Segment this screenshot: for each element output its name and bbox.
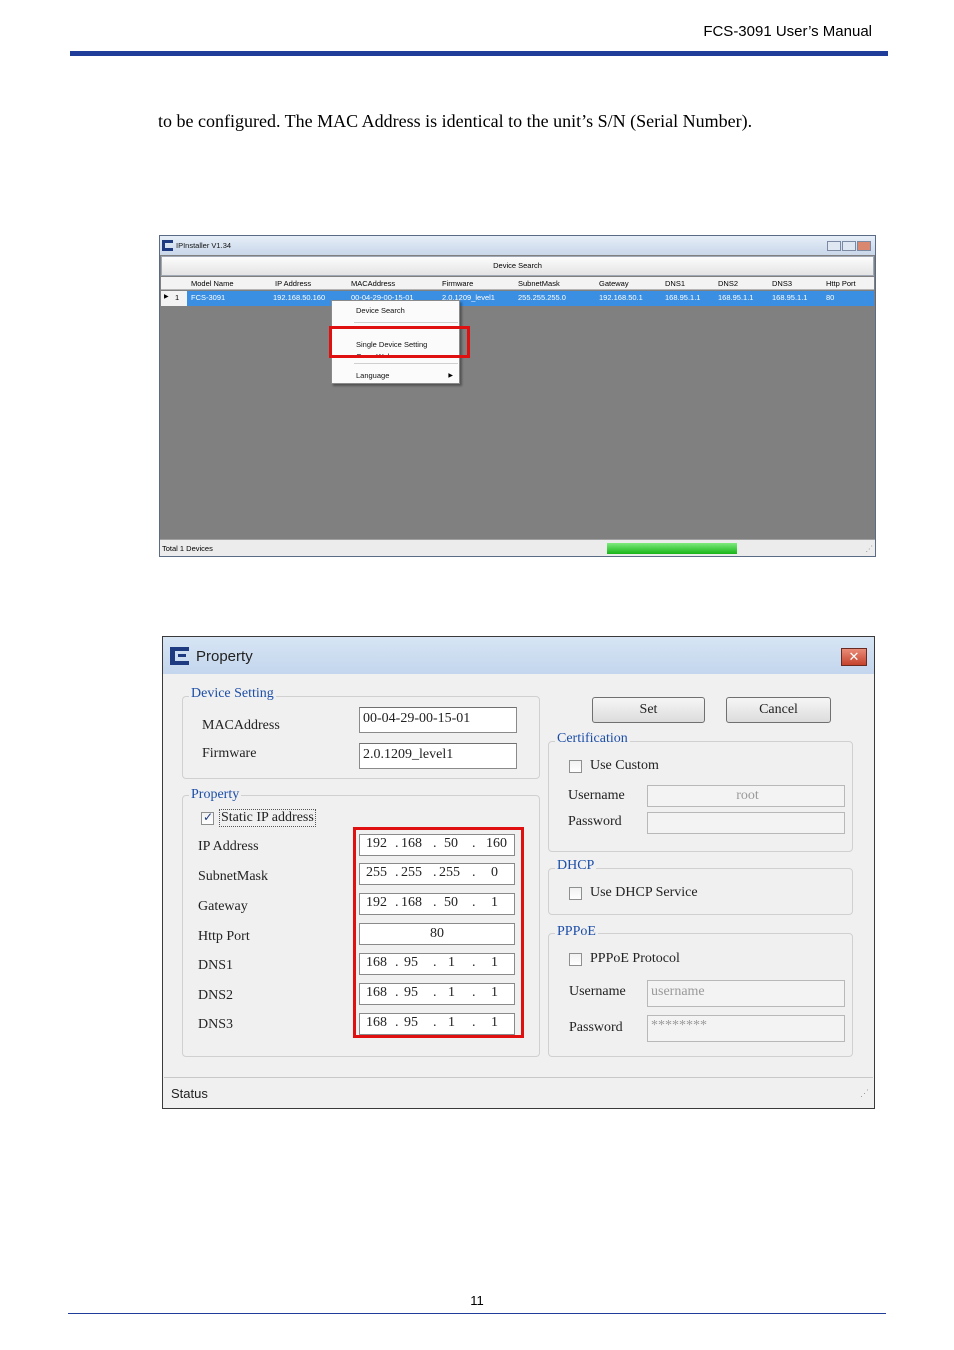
resize-grip-icon[interactable]: ⋰ xyxy=(860,1088,869,1099)
menu-separator xyxy=(354,322,458,323)
highlight-box-menu xyxy=(329,326,470,358)
http-port-label: Http Port xyxy=(198,929,250,944)
gateway-label: Gateway xyxy=(198,899,248,914)
cert-password-label: Password xyxy=(568,814,622,829)
cert-username-field[interactable]: root xyxy=(647,785,845,807)
ip-address-label: IP Address xyxy=(198,839,259,854)
cell-subnet: 255.255.255.0 xyxy=(518,293,566,302)
mac-address-field[interactable]: 00-04-29-00-15-01 xyxy=(359,707,517,733)
pppoe-protocol-checkbox[interactable] xyxy=(569,953,582,966)
status-bar: Total 1 Devices ⋰ xyxy=(160,539,875,556)
search-progress-bar xyxy=(607,543,737,554)
use-custom-checkbox[interactable] xyxy=(569,760,582,773)
submenu-arrow-icon: ▶ xyxy=(448,373,453,379)
firmware-field[interactable]: 2.0.1209_level1 xyxy=(359,743,517,769)
property-group-title: Property xyxy=(189,787,242,803)
table-row[interactable]: ▶ 1 FCS-3091 192.168.50.160 00-04-29-00-… xyxy=(161,291,874,306)
column-header[interactable]: MACAddress xyxy=(351,279,395,288)
cancel-button[interactable]: Cancel xyxy=(726,697,831,723)
static-ip-label: Static IP address xyxy=(219,809,316,827)
column-header[interactable]: DNS1 xyxy=(665,279,685,288)
cell-dns2: 168.95.1.1 xyxy=(718,293,754,302)
dns2-label: DNS2 xyxy=(198,988,234,1003)
device-setting-title: Device Setting xyxy=(189,686,276,702)
cell-model: FCS-3091 xyxy=(191,293,226,302)
dns1-label: DNS1 xyxy=(198,958,234,973)
header-rule xyxy=(70,51,888,56)
cell-http-port: 80 xyxy=(826,293,835,302)
ipinstaller-titlebar: IPInstaller V1.34 xyxy=(160,236,875,255)
column-header[interactable]: DNS2 xyxy=(718,279,738,288)
firmware-label: Firmware xyxy=(202,746,257,761)
highlight-box-ip-fields xyxy=(353,827,524,1038)
menu-item-language[interactable]: Language xyxy=(356,371,389,380)
mac-address-label: MACAddress xyxy=(202,718,280,733)
footer-rule xyxy=(68,1313,886,1314)
use-custom-label: Use Custom xyxy=(590,758,659,773)
status-text: Status xyxy=(171,1086,208,1101)
property-titlebar: Property ✕ xyxy=(163,637,874,674)
column-header[interactable]: Model Name xyxy=(191,279,234,288)
column-header[interactable]: Gateway xyxy=(599,279,629,288)
cert-password-field[interactable] xyxy=(647,812,845,834)
close-icon[interactable] xyxy=(857,241,871,251)
close-icon[interactable]: ✕ xyxy=(841,648,867,666)
page-number: 11 xyxy=(470,1293,484,1308)
use-dhcp-label: Use DHCP Service xyxy=(590,885,698,900)
pppoe-password-field[interactable]: ******** xyxy=(647,1015,845,1042)
column-header[interactable]: Firmware xyxy=(442,279,473,288)
dhcp-title: DHCP xyxy=(555,858,597,874)
property-title: Property xyxy=(196,648,253,665)
pppoe-protocol-label: PPPoE Protocol xyxy=(590,951,680,966)
menu-item-device-search[interactable]: Device Search xyxy=(356,306,405,315)
pppoe-title: PPPoE xyxy=(555,924,598,940)
body-paragraph: to be configured. The MAC Address is ide… xyxy=(158,111,753,131)
app-logo-icon xyxy=(162,240,173,251)
app-logo-icon xyxy=(170,647,189,665)
pppoe-username-field[interactable]: username xyxy=(647,980,845,1007)
device-count-status: Total 1 Devices xyxy=(162,544,213,553)
dns3-label: DNS3 xyxy=(198,1017,234,1032)
cell-gateway: 192.168.50.1 xyxy=(599,293,643,302)
resize-grip-icon[interactable]: ⋰ xyxy=(866,544,874,553)
column-header[interactable]: SubnetMask xyxy=(518,279,560,288)
certification-title: Certification xyxy=(555,731,630,747)
minimize-icon[interactable] xyxy=(827,241,841,251)
use-dhcp-checkbox[interactable] xyxy=(569,887,582,900)
cell-ip: 192.168.50.160 xyxy=(273,293,326,302)
column-header[interactable]: IP Address xyxy=(275,279,311,288)
maximize-icon[interactable] xyxy=(842,241,856,251)
ipinstaller-window: IPInstaller V1.34 Device Search Model Na… xyxy=(159,235,876,557)
manual-header-title: FCS-3091 User’s Manual xyxy=(703,23,872,40)
set-button[interactable]: Set xyxy=(592,697,705,723)
row-index: 1 xyxy=(175,293,180,302)
pppoe-username-label: Username xyxy=(569,984,626,999)
cert-username-label: Username xyxy=(568,788,625,803)
cell-dns1: 168.95.1.1 xyxy=(665,293,701,302)
row-header: ▶ 1 xyxy=(161,291,187,306)
device-table-header: Model Name IP Address MACAddress Firmwar… xyxy=(161,277,874,290)
column-header[interactable]: Http Port xyxy=(826,279,856,288)
device-search-button[interactable]: Device Search xyxy=(161,256,874,276)
subnet-mask-label: SubnetMask xyxy=(198,869,268,884)
pppoe-password-label: Password xyxy=(569,1020,623,1035)
column-header[interactable]: DNS3 xyxy=(772,279,792,288)
ipinstaller-title: IPInstaller V1.34 xyxy=(176,241,232,250)
row-pointer-icon: ▶ xyxy=(164,294,169,300)
cell-dns3: 168.95.1.1 xyxy=(772,293,808,302)
static-ip-checkbox[interactable] xyxy=(201,810,214,825)
menu-separator xyxy=(354,363,458,364)
status-bar: Status ⋰ xyxy=(164,1077,873,1107)
